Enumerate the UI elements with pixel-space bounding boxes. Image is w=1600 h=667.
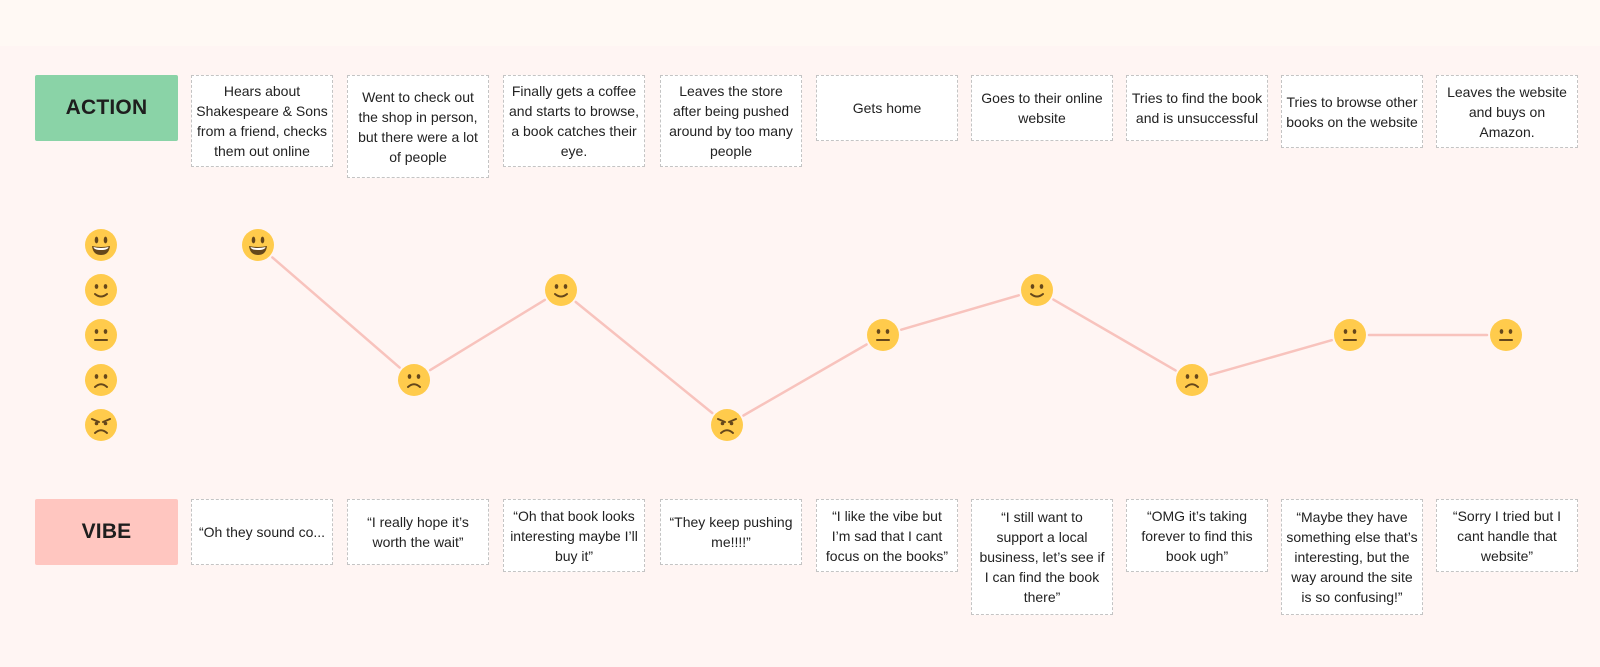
vibe-card: “I still want to support a local busines…: [971, 499, 1113, 615]
top-band: [0, 0, 1600, 46]
mood-point-neutral-face-icon: [1490, 319, 1522, 351]
slightly-frowning-face-icon: [94, 374, 108, 388]
mood-point-slightly-smiling-face-icon: [1021, 274, 1053, 306]
journey-line-segment: [1209, 338, 1333, 377]
vibe-card: “Sorry I tried but I cant handle that we…: [1436, 499, 1578, 572]
journey-line-segment: [428, 298, 547, 372]
vibe-card: “Oh they sound co...: [191, 499, 333, 565]
angry-face-icon: [91, 418, 111, 434]
mood-point-slightly-frowning-face-icon: [398, 364, 430, 396]
journey-line-segment: [899, 294, 1021, 331]
slightly-frowning-face-icon: [407, 374, 421, 388]
grinning-face-icon: [92, 236, 110, 255]
journey-line-segment: [742, 343, 868, 417]
action-card: Hears about Shakespeare & Sons from a fr…: [191, 75, 333, 167]
scale-slightly-frowning-face-icon: [85, 364, 117, 396]
action-card: Finally gets a coffee and starts to brow…: [503, 75, 645, 167]
scale-neutral-face-icon: [85, 319, 117, 351]
angry-face-icon: [717, 418, 737, 434]
neutral-face-icon: [1343, 329, 1357, 341]
action-card: Tries to browse other books on the websi…: [1281, 75, 1423, 148]
vibe-card: “Maybe they have something else that’s i…: [1281, 499, 1423, 615]
action-card: Tries to find the book and is unsuccessf…: [1126, 75, 1268, 141]
action-card: Gets home: [816, 75, 958, 141]
mood-point-angry-face-icon: [711, 409, 743, 441]
scale-grinning-face-icon: [85, 229, 117, 261]
mood-point-slightly-frowning-face-icon: [1176, 364, 1208, 396]
scale-angry-face-icon: [85, 409, 117, 441]
vibe-row-label: VIBE: [35, 499, 178, 565]
neutral-face-icon: [1499, 329, 1513, 341]
neutral-face-icon: [876, 329, 890, 341]
action-card: Goes to their online website: [971, 75, 1113, 141]
action-card: Went to check out the shop in person, bu…: [347, 75, 489, 178]
slightly-smiling-face-icon: [1030, 284, 1044, 298]
journey-line-segment: [574, 300, 714, 415]
scale-slightly-smiling-face-icon: [85, 274, 117, 306]
action-card: Leaves the website and buys on Amazon.: [1436, 75, 1578, 148]
vibe-card: “Oh that book looks interesting maybe I’…: [503, 499, 645, 572]
mood-point-neutral-face-icon: [867, 319, 899, 351]
journey-line-segment: [271, 256, 401, 369]
mood-point-slightly-smiling-face-icon: [545, 274, 577, 306]
mood-point-neutral-face-icon: [1334, 319, 1366, 351]
journey-line-segment: [1052, 298, 1177, 372]
slightly-smiling-face-icon: [554, 284, 568, 298]
mood-point-grinning-face-icon: [242, 229, 274, 261]
vibe-card: “OMG it’s taking forever to find this bo…: [1126, 499, 1268, 572]
action-row-label: ACTION: [35, 75, 178, 141]
action-card: Leaves the store after being pushed arou…: [660, 75, 802, 167]
vibe-card: “They keep pushing me!!!!”: [660, 499, 802, 565]
vibe-card: “I really hope it’s worth the wait”: [347, 499, 489, 565]
vibe-card: “I like the vibe but I’m sad that I cant…: [816, 499, 958, 572]
slightly-frowning-face-icon: [1185, 374, 1199, 388]
slightly-smiling-face-icon: [94, 284, 108, 298]
grinning-face-icon: [249, 236, 267, 255]
neutral-face-icon: [94, 329, 108, 341]
